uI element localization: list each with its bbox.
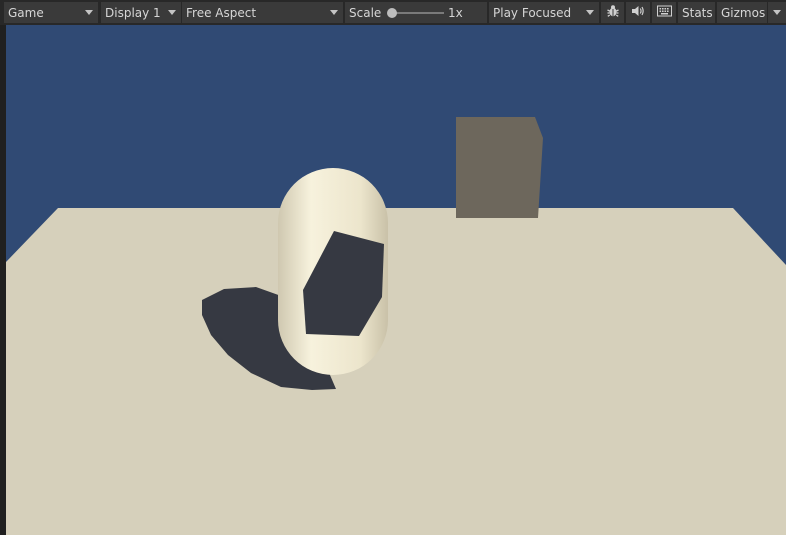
keyboard-shortcuts-button[interactable]	[652, 2, 676, 23]
mute-audio-button[interactable]	[626, 2, 650, 23]
view-type-label: Game	[8, 5, 44, 20]
scale-slider-track[interactable]	[392, 12, 444, 14]
aspect-label: Free Aspect	[186, 5, 257, 20]
gizmos-dropdown-button[interactable]	[768, 2, 786, 23]
stats-label: Stats	[682, 5, 713, 20]
scale-slider-handle[interactable]	[387, 8, 397, 18]
keyboard-icon	[656, 5, 672, 20]
display-label: Display 1	[105, 5, 161, 20]
chevron-down-icon	[330, 10, 338, 15]
speaker-icon	[631, 4, 645, 21]
gizmos-label: Gizmos	[721, 5, 766, 20]
display-dropdown[interactable]: Display 1	[101, 2, 181, 23]
scale-label: Scale	[349, 5, 382, 20]
chevron-down-icon	[773, 10, 781, 15]
game-view-toolbar: Game Display 1 Free Aspect Scale 1x Play…	[0, 0, 786, 26]
rendered-scene	[6, 25, 786, 535]
play-mode-dropdown[interactable]: Play Focused	[489, 2, 599, 23]
gizmos-button[interactable]: Gizmos	[717, 2, 767, 23]
debug-toggle-button[interactable]	[601, 2, 624, 23]
scale-value: 1x	[448, 6, 463, 20]
chevron-down-icon	[168, 10, 176, 15]
view-type-dropdown[interactable]: Game	[4, 2, 98, 23]
play-mode-label: Play Focused	[493, 5, 572, 20]
ground-plane	[6, 208, 786, 535]
chevron-down-icon	[85, 10, 93, 15]
stats-toggle-button[interactable]: Stats	[678, 2, 715, 23]
aspect-dropdown[interactable]: Free Aspect	[182, 2, 343, 23]
chevron-down-icon	[586, 10, 594, 15]
cube-front-face	[456, 117, 543, 218]
game-viewport[interactable]	[6, 25, 786, 535]
bug-icon	[606, 4, 620, 21]
